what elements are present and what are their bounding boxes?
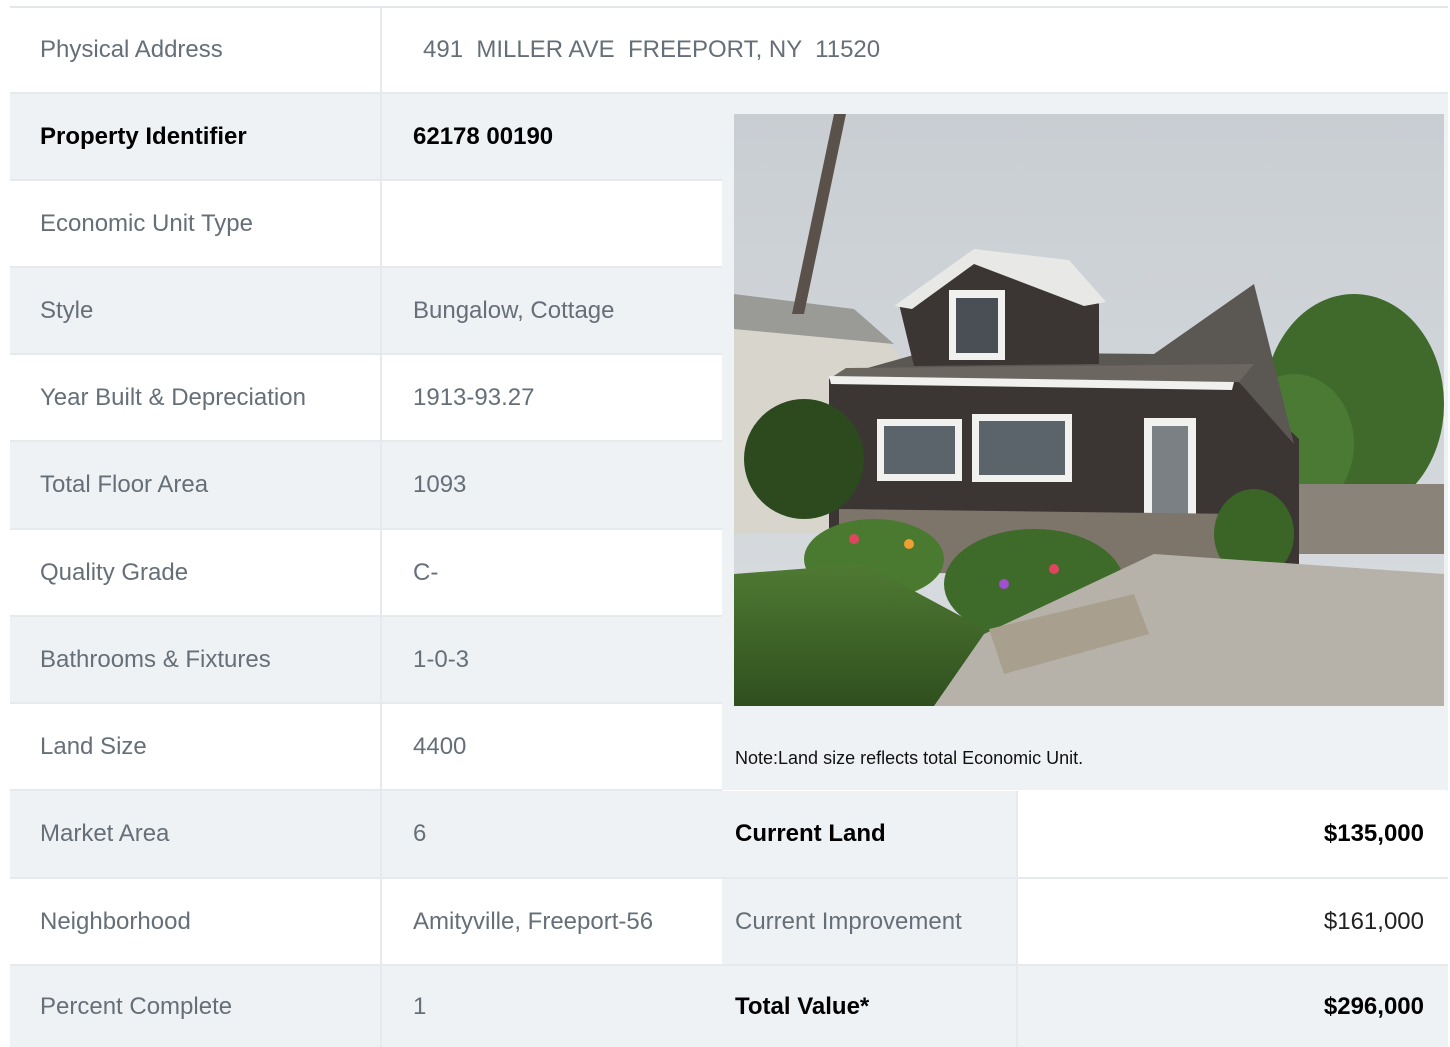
land-size-note: Note:Land size reflects total Economic U… [735,748,1084,768]
year-built-label: Year Built & Depreciation [10,355,380,442]
total-value-label: Total Value* [722,966,1018,1047]
land-size-value: 4400 [380,704,722,791]
neighborhood-value: Amityville, Freeport-56 [380,879,722,966]
percent-complete-label: Percent Complete [10,966,380,1047]
land-size-label: Land Size [10,704,380,791]
total-floor-area-label: Total Floor Area [10,442,380,530]
current-land-label: Current Land [722,791,1018,879]
total-value-value: $296,000 [1016,966,1448,1047]
style-value: Bungalow, Cottage [380,268,722,355]
bathrooms-value: 1-0-3 [380,617,722,704]
quality-grade-value: C- [380,530,722,617]
property-identifier-label: Property Identifier [10,94,380,181]
current-land-value: $135,000 [1016,791,1448,879]
percent-complete-value: 1 [380,966,722,1047]
market-area-value: 6 [380,791,722,879]
economic-unit-type-label: Economic Unit Type [10,181,380,268]
total-floor-area-value: 1093 [380,442,722,530]
quality-grade-label: Quality Grade [10,530,380,617]
physical-address-label: Physical Address [10,8,380,94]
property-identifier-value: 62178 00190 [380,94,722,181]
bathrooms-label: Bathrooms & Fixtures [10,617,380,704]
current-improvement-label: Current Improvement [722,879,1018,966]
style-label: Style [10,268,380,355]
current-improvement-value: $161,000 [1016,879,1448,966]
neighborhood-label: Neighborhood [10,879,380,966]
market-area-label: Market Area [10,791,380,879]
property-photo [734,114,1444,706]
year-built-value: 1913-93.27 [380,355,722,442]
economic-unit-type-value [380,181,722,268]
physical-address-value: 491 MILLER AVE FREEPORT, NY 11520 [380,8,1448,94]
